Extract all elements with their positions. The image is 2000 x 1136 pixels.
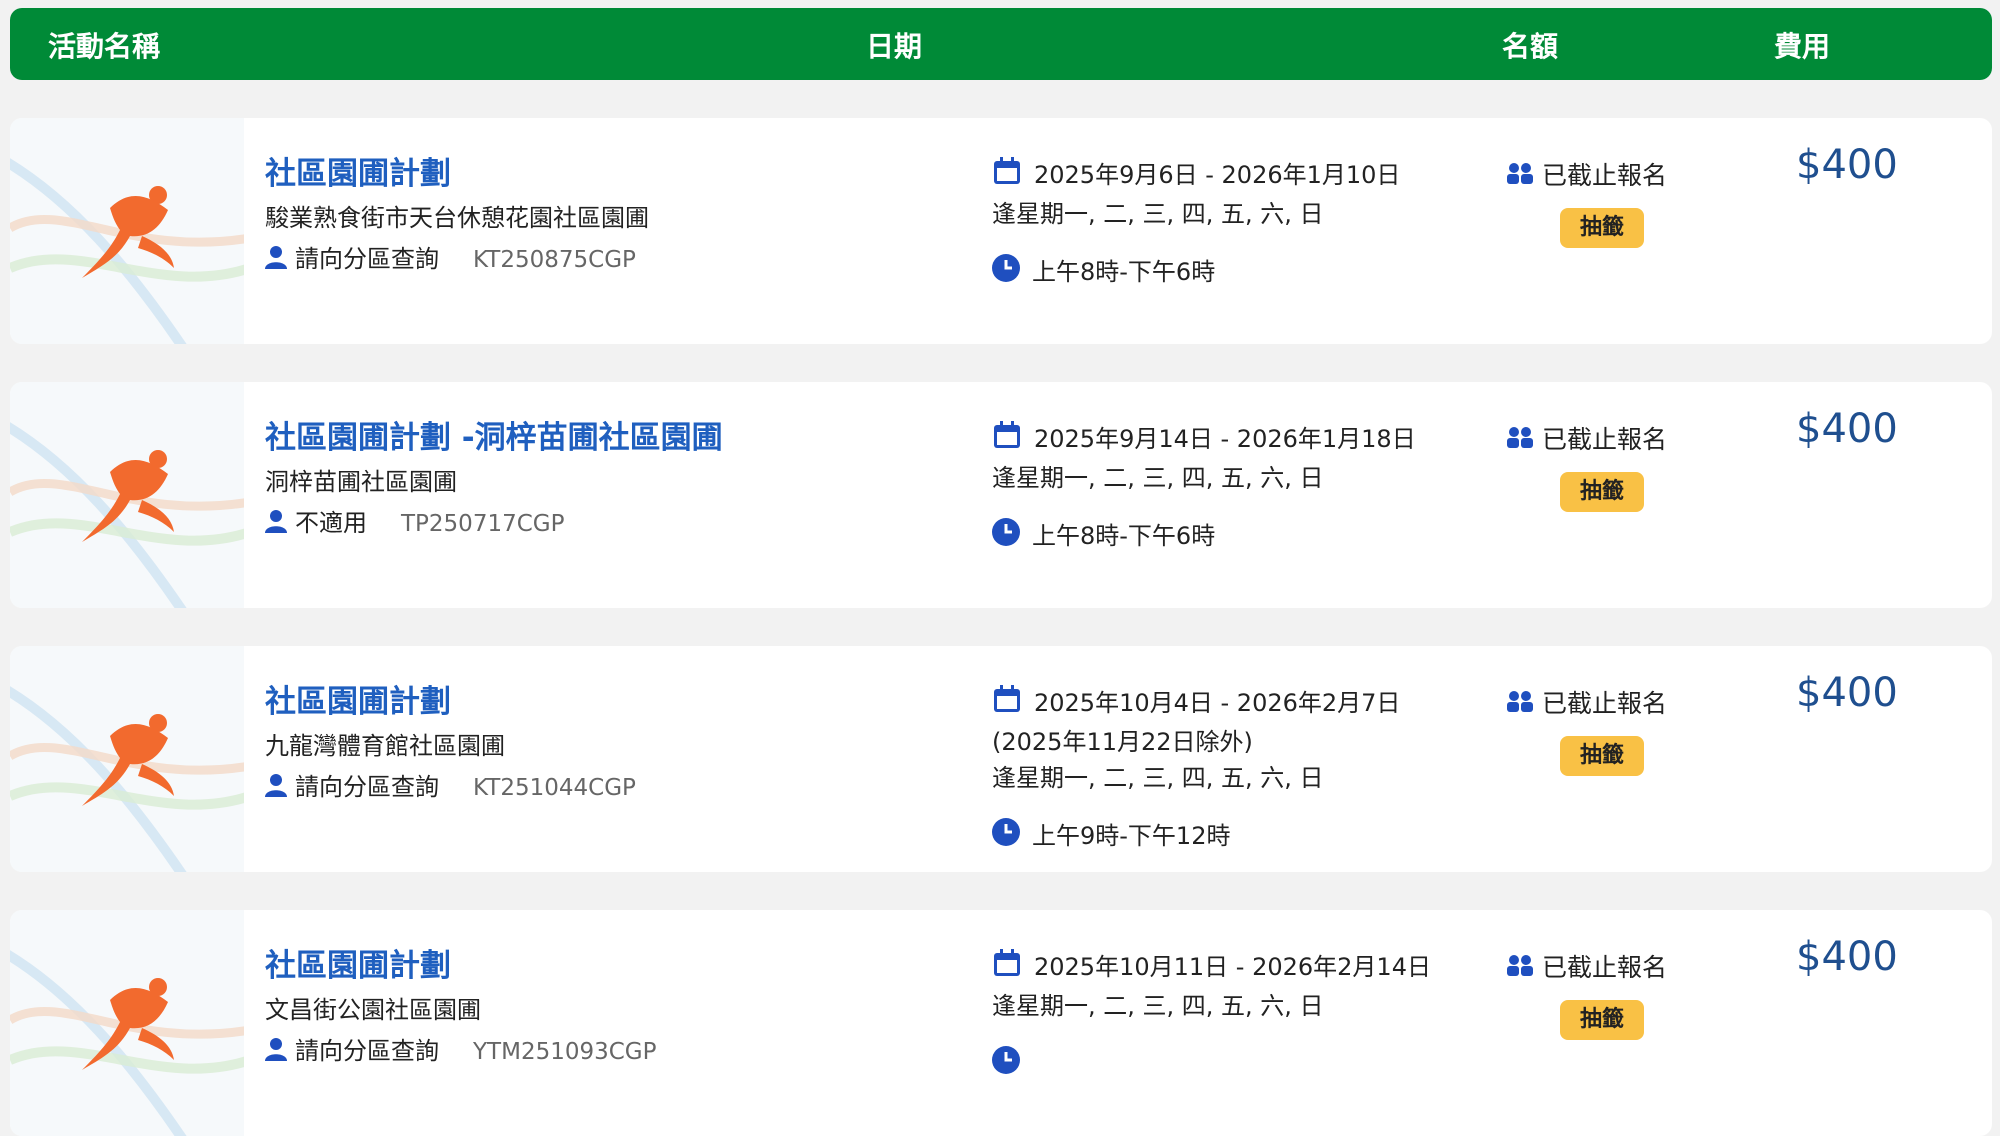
activity-code: TP250717CGP [401, 511, 565, 537]
lottery-badge: 抽籤 [1560, 208, 1644, 248]
activity-district: 不適用 [295, 509, 367, 537]
activity-code: KT250875CGP [473, 247, 636, 273]
activity-card[interactable]: 社區園圃計劃 文昌街公園社區園圃 請向分區查詢 YTM251093CGP 2025… [10, 910, 1992, 1136]
quota-status: 已截止報名 [1542, 953, 1668, 982]
clock-icon [992, 518, 1020, 556]
activity-dates: 2025年9月14日 - 2026年1月18日 逢星期一, 二, 三, 四, 五… [992, 420, 1416, 556]
activity-title[interactable]: 社區園圃計劃 [265, 676, 451, 721]
activity-district-row: 請向分區查詢 YTM251093CGP [265, 1031, 657, 1067]
lottery-badge: 抽籤 [1560, 736, 1644, 776]
date-range: 2025年10月4日 - 2026年2月7日 [1034, 689, 1401, 717]
activity-thumbnail [10, 646, 244, 872]
header-date: 日期 [866, 30, 923, 63]
activity-district-row: 不適用 TP250717CGP [265, 503, 564, 539]
activity-thumbnail [10, 910, 244, 1136]
activity-code: KT251044CGP [473, 775, 636, 801]
activity-title[interactable]: 社區園圃計劃 [265, 148, 451, 193]
clock-icon [992, 254, 1020, 292]
activity-district: 請向分區查詢 [295, 773, 439, 801]
quota-status-row: 已截止報名 [1506, 156, 1667, 192]
person-icon [265, 509, 287, 539]
quota-status-row: 已截止報名 [1506, 420, 1667, 456]
date-range: 2025年9月14日 - 2026年1月18日 [1034, 425, 1416, 453]
weekdays: 逢星期一, 二, 三, 四, 五, 六, 日 [992, 200, 1324, 228]
calendar-icon [992, 684, 1022, 724]
clock-icon [992, 1046, 1020, 1084]
weekdays: 逢星期一, 二, 三, 四, 五, 六, 日 [992, 764, 1324, 792]
activity-thumbnail [10, 382, 244, 608]
header-activity-name: 活動名稱 [48, 30, 161, 63]
activity-title[interactable]: 社區園圃計劃 [265, 940, 451, 985]
weekdays: 逢星期一, 二, 三, 四, 五, 六, 日 [992, 464, 1324, 492]
activity-dates: 2025年10月4日 - 2026年2月7日 (2025年11月22日除外) 逢… [992, 684, 1400, 856]
activity-fee: $400 [1796, 670, 1898, 716]
activity-card[interactable]: 社區園圃計劃 九龍灣體育館社區園圃 請向分區查詢 KT251044CGP 2025… [10, 646, 1992, 872]
time-range: 上午8時-下午6時 [1032, 522, 1216, 550]
activity-venue: 駿業熟食街市天台休憩花園社區園圃 [265, 204, 649, 232]
activity-fee: $400 [1796, 934, 1898, 980]
calendar-icon [992, 156, 1022, 196]
date-range: 2025年10月11日 - 2026年2月14日 [1034, 953, 1431, 981]
runner-logo-icon [10, 422, 244, 608]
person-icon [265, 1037, 287, 1067]
runner-logo-icon [10, 950, 244, 1136]
activity-title[interactable]: 社區園圃計劃 -洞梓苗圃社區園圃 [265, 412, 723, 457]
people-icon [1506, 162, 1534, 192]
activity-district-row: 請向分區查詢 KT250875CGP [265, 239, 636, 275]
activity-district: 請向分區查詢 [295, 245, 439, 273]
activity-venue: 洞梓苗圃社區園圃 [265, 468, 457, 496]
runner-logo-icon [10, 686, 244, 872]
weekdays: 逢星期一, 二, 三, 四, 五, 六, 日 [992, 992, 1324, 1020]
quota-status-row: 已截止報名 [1506, 684, 1667, 720]
activity-venue: 九龍灣體育館社區園圃 [265, 732, 505, 760]
activity-card[interactable]: 社區園圃計劃 -洞梓苗圃社區園圃 洞梓苗圃社區園圃 不適用 TP250717CGP… [10, 382, 1992, 608]
calendar-icon [992, 420, 1022, 460]
date-range: 2025年9月6日 - 2026年1月10日 [1034, 161, 1401, 189]
calendar-icon [992, 948, 1022, 988]
people-icon [1506, 690, 1534, 720]
people-icon [1506, 954, 1534, 984]
activity-card[interactable]: 社區園圃計劃 駿業熟食街市天台休憩花園社區園圃 請向分區查詢 KT250875CG… [10, 118, 1992, 344]
time-range: 上午8時-下午6時 [1032, 258, 1216, 286]
lottery-badge: 抽籤 [1560, 472, 1644, 512]
activity-venue: 文昌街公園社區園圃 [265, 996, 481, 1024]
activity-dates: 2025年9月6日 - 2026年1月10日 逢星期一, 二, 三, 四, 五,… [992, 156, 1400, 292]
people-icon [1506, 426, 1534, 456]
activity-fee: $400 [1796, 406, 1898, 452]
activity-code: YTM251093CGP [473, 1039, 657, 1065]
clock-icon [992, 818, 1020, 856]
quota-status: 已截止報名 [1542, 425, 1668, 454]
activity-fee: $400 [1796, 142, 1898, 188]
quota-status-row: 已截止報名 [1506, 948, 1667, 984]
activity-district: 請向分區查詢 [295, 1037, 439, 1065]
runner-logo-icon [10, 158, 244, 344]
activity-district-row: 請向分區查詢 KT251044CGP [265, 767, 636, 803]
person-icon [265, 773, 287, 803]
person-icon [265, 245, 287, 275]
table-header: 活動名稱 日期 名額 費用 [10, 8, 1992, 80]
time-range: 上午9時-下午12時 [1032, 822, 1231, 850]
activity-thumbnail [10, 118, 244, 344]
date-exception-note: (2025年11月22日除外) [992, 728, 1253, 756]
quota-status: 已截止報名 [1542, 161, 1668, 190]
quota-status: 已截止報名 [1542, 689, 1668, 718]
lottery-badge: 抽籤 [1560, 1000, 1644, 1040]
activity-dates: 2025年10月11日 - 2026年2月14日 逢星期一, 二, 三, 四, … [992, 948, 1431, 1084]
header-fee: 費用 [1774, 30, 1831, 63]
header-quota: 名額 [1502, 30, 1559, 63]
